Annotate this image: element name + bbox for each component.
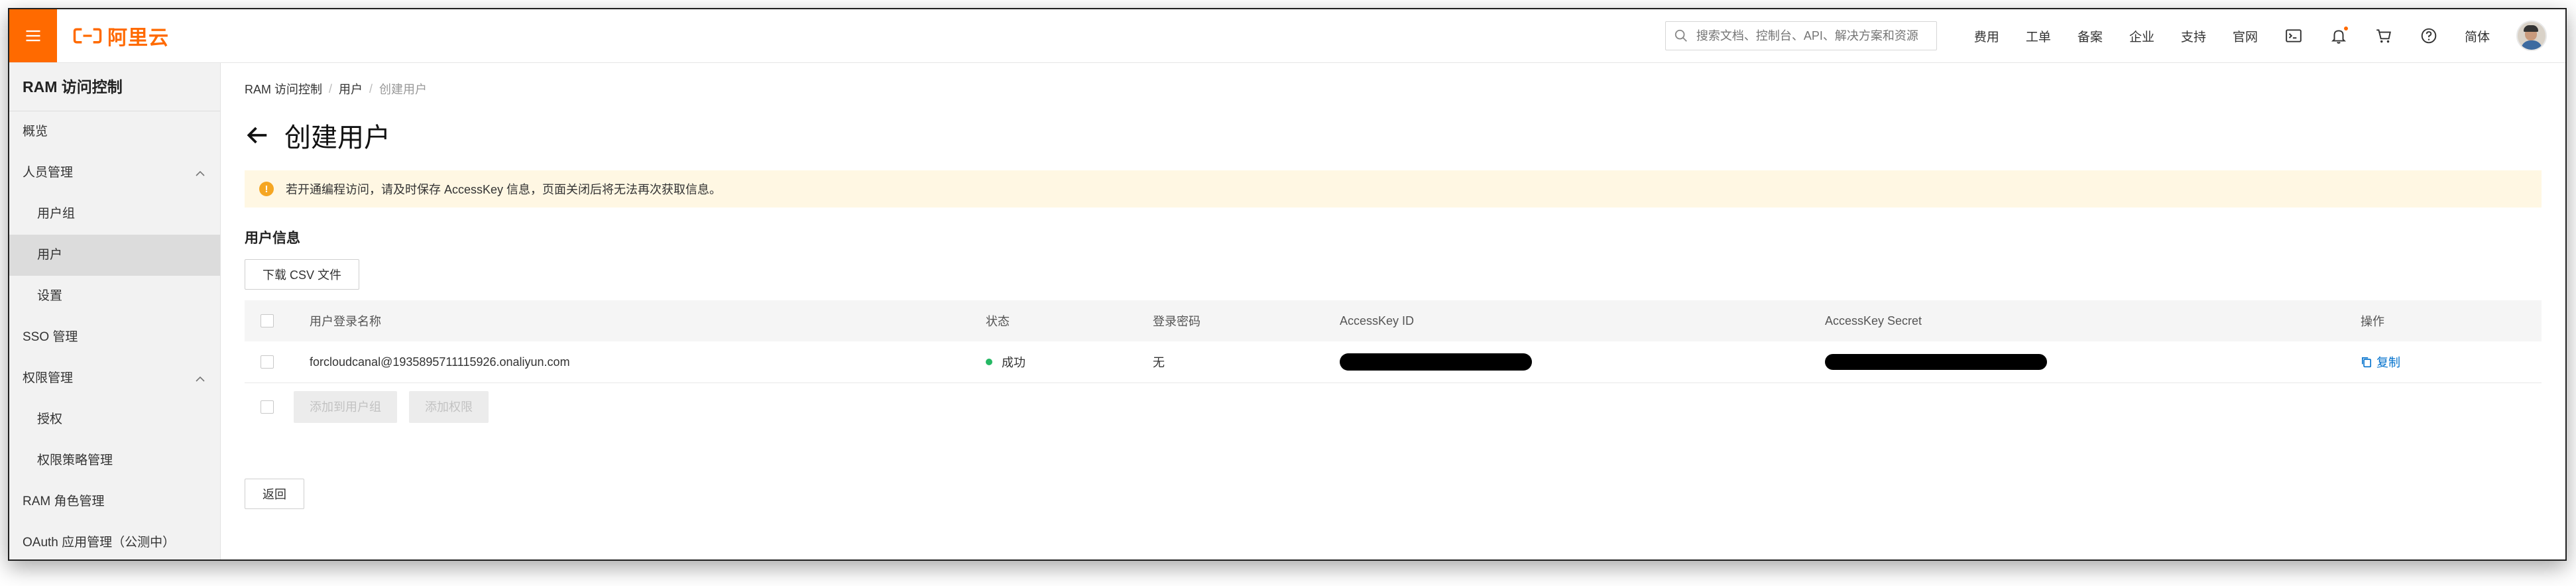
sidebar-item-settings[interactable]: 设置: [9, 276, 220, 317]
success-dot-icon: [986, 359, 992, 365]
top-link-ticket[interactable]: 工单: [2026, 27, 2051, 45]
brand-name: 阿里云: [107, 27, 169, 49]
sidebar: RAM 访问控制 概览 人员管理 用户组 用户 设置 SSO 管理 权限管理 授…: [9, 63, 221, 559]
sidebar-item-label: SSO 管理: [23, 330, 78, 344]
table-row: forcloudcanal@1935895711115926.onaliyun.…: [245, 341, 2542, 383]
row-checkbox[interactable]: [261, 355, 274, 369]
copy-label: 复制: [2376, 356, 2400, 369]
cell-password: 无: [1153, 356, 1165, 369]
language-switch[interactable]: 简体: [2465, 27, 2490, 45]
breadcrumb-item-users[interactable]: 用户: [339, 80, 363, 97]
header-status: 状态: [986, 315, 1010, 328]
back-button[interactable]: 返回: [245, 479, 304, 509]
header-actions: 操作: [2361, 315, 2384, 328]
sidebar-item-label: OAuth 应用管理（公测中）: [23, 536, 176, 550]
cell-actions: 复制: [2361, 353, 2542, 371]
sidebar-item-user-groups[interactable]: 用户组: [9, 194, 220, 235]
chevron-up-icon: [196, 376, 205, 382]
top-link-billing[interactable]: 费用: [1974, 27, 1999, 45]
help-icon[interactable]: [2420, 27, 2438, 45]
main-content: RAM 访问控制 / 用户 / 创建用户 创建用户 ! 若开通编程访问，请及时保…: [221, 63, 2565, 559]
menu-button[interactable]: [9, 9, 57, 62]
sidebar-item-label: 用户组: [37, 207, 76, 221]
cell-accesskey-secret: [1825, 354, 2361, 370]
section-title: 用户信息: [245, 231, 300, 246]
sidebar-item-users[interactable]: 用户: [9, 235, 220, 276]
header-accesskey-secret: AccessKey Secret: [1825, 314, 1922, 327]
terminal-icon[interactable]: [2284, 27, 2303, 45]
breadcrumb-item-current: 创建用户: [379, 83, 428, 96]
sidebar-item-sso[interactable]: SSO 管理: [9, 317, 220, 358]
add-permission-button[interactable]: 添加权限: [409, 391, 489, 423]
sidebar-item-label: 设置: [37, 289, 63, 303]
select-all-checkbox[interactable]: [261, 314, 274, 327]
top-navbar: 阿里云 费用 工单 备案 企业 支持 官网: [9, 9, 2565, 63]
sidebar-group-identities[interactable]: 人员管理: [9, 152, 220, 194]
hamburger-icon: [26, 30, 40, 42]
warning-icon: !: [259, 182, 274, 196]
header-password: 登录密码: [1153, 315, 1200, 328]
sidebar-item-label: 权限策略管理: [37, 453, 113, 467]
add-to-group-button[interactable]: 添加到用户组: [294, 391, 397, 423]
notification-dot: [2343, 27, 2348, 30]
sidebar-group-permissions[interactable]: 权限管理: [9, 358, 220, 399]
search-icon: [1674, 29, 1687, 42]
warning-alert: ! 若开通编程访问，请及时保存 AccessKey 信息，页面关闭后将无法再次获…: [245, 170, 2542, 207]
breadcrumb-separator: /: [329, 82, 333, 95]
top-link-enterprise[interactable]: 企业: [2129, 27, 2154, 45]
notification-bell-icon[interactable]: [2329, 27, 2348, 45]
table-footer: 添加到用户组 添加权限: [245, 383, 2542, 431]
browser-window: 阿里云 费用 工单 备案 企业 支持 官网: [8, 8, 2567, 561]
search-input[interactable]: [1694, 28, 1923, 44]
top-link-icp[interactable]: 备案: [2078, 27, 2103, 45]
sidebar-title: RAM 访问控制: [9, 63, 220, 111]
breadcrumb-item-ram[interactable]: RAM 访问控制: [245, 80, 322, 97]
cart-icon[interactable]: [2374, 27, 2393, 45]
page-title-text: 创建用户: [284, 123, 390, 152]
breadcrumb: RAM 访问控制 / 用户 / 创建用户: [245, 80, 2542, 97]
aliyun-logo[interactable]: 阿里云: [73, 21, 169, 50]
redaction-mark: [1340, 353, 1532, 371]
sidebar-item-label: 用户: [37, 248, 63, 262]
status-text: 成功: [1002, 356, 1025, 369]
download-csv-button[interactable]: 下载 CSV 文件: [245, 259, 360, 290]
sidebar-item-label: 权限管理: [23, 371, 74, 385]
table-header: 用户登录名称 状态 登录密码 AccessKey ID AccessKey Se…: [245, 300, 2542, 341]
top-link-official-site[interactable]: 官网: [2233, 27, 2258, 45]
sidebar-item-policies[interactable]: 权限策略管理: [9, 440, 220, 481]
breadcrumb-separator: /: [369, 82, 373, 95]
chevron-up-icon: [196, 170, 205, 176]
top-link-support[interactable]: 支持: [2181, 27, 2206, 45]
sidebar-item-label: 概览: [23, 125, 48, 139]
global-search[interactable]: [1665, 21, 1937, 50]
user-table: 用户登录名称 状态 登录密码 AccessKey ID AccessKey Se…: [245, 300, 2542, 431]
header-accesskey-id: AccessKey ID: [1340, 314, 1415, 327]
footer-select-checkbox[interactable]: [261, 400, 274, 414]
sidebar-item-label: 授权: [37, 412, 63, 426]
aliyun-logo-icon: [73, 27, 102, 44]
back-arrow-icon[interactable]: [245, 123, 270, 148]
cell-login-name: forcloudcanal@1935895711115926.onaliyun.…: [310, 355, 570, 369]
redaction-mark: [1825, 354, 2047, 370]
alert-text: 若开通编程访问，请及时保存 AccessKey 信息，页面关闭后将无法再次获取信…: [286, 183, 722, 196]
sidebar-item-oauth-apps[interactable]: OAuth 应用管理（公测中）: [9, 522, 220, 559]
sidebar-item-grants[interactable]: 授权: [9, 399, 220, 440]
cell-accesskey-id: [1340, 353, 1825, 371]
sidebar-item-label: RAM 角色管理: [23, 495, 105, 508]
sidebar-item-overview[interactable]: 概览: [9, 111, 220, 152]
sidebar-item-label: 人员管理: [23, 166, 74, 180]
cell-status: 成功: [986, 353, 1153, 371]
sidebar-item-ram-roles[interactable]: RAM 角色管理: [9, 481, 220, 522]
copy-icon: [2362, 357, 2371, 368]
page-title: 创建用户: [245, 116, 2542, 154]
header-login-name: 用户登录名称: [310, 315, 381, 328]
user-avatar[interactable]: [2516, 21, 2547, 51]
copy-link[interactable]: 复制: [2361, 353, 2400, 371]
